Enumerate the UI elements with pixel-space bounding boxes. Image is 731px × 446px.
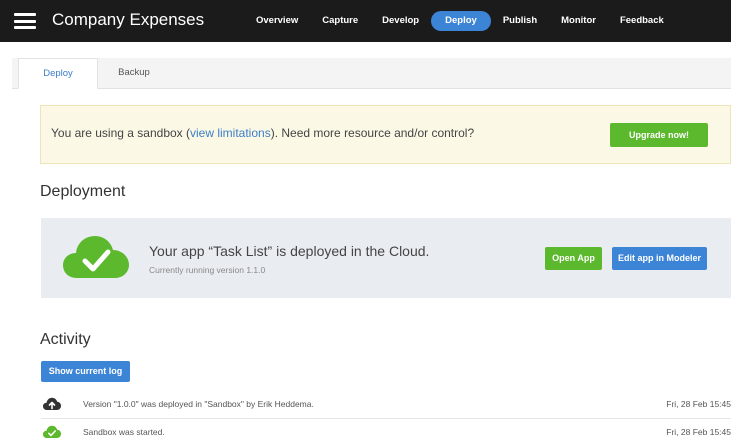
open-app-button[interactable]: Open App bbox=[545, 247, 602, 270]
show-log-button[interactable]: Show current log bbox=[41, 361, 130, 382]
activity-item: Version "1.0.0" was deployed in "Sandbox… bbox=[41, 392, 731, 419]
deploy-status: Your app “Task List” is deployed in the … bbox=[149, 243, 430, 259]
top-nav: Overview Capture Develop Deploy Publish … bbox=[244, 11, 676, 31]
app-title: Company Expenses bbox=[52, 10, 205, 29]
activity-title: Activity bbox=[40, 331, 91, 348]
tab-deploy[interactable]: Deploy bbox=[18, 58, 98, 89]
activity-text: Sandbox was started. bbox=[83, 427, 165, 437]
nav-publish[interactable]: Publish bbox=[491, 11, 549, 31]
sandbox-banner: You are using a sandbox (view limitation… bbox=[40, 105, 731, 164]
banner-message: You are using a sandbox (view limitation… bbox=[51, 126, 474, 140]
menu-icon[interactable] bbox=[14, 13, 36, 29]
activity-text: Version "1.0.0" was deployed in "Sandbox… bbox=[83, 399, 314, 409]
deploy-version: Currently running version 1.1.0 bbox=[149, 265, 266, 275]
cloud-check-icon bbox=[63, 236, 129, 278]
nav-monitor[interactable]: Monitor bbox=[549, 11, 608, 31]
edit-app-button[interactable]: Edit app in Modeler bbox=[612, 247, 707, 270]
tab-strip: Deploy Backup bbox=[12, 58, 731, 89]
nav-overview[interactable]: Overview bbox=[244, 11, 310, 31]
nav-develop[interactable]: Develop bbox=[370, 11, 431, 31]
view-limitations-link[interactable]: view limitations bbox=[190, 126, 271, 140]
deployment-panel: Your app “Task List” is deployed in the … bbox=[41, 218, 731, 298]
cloud-upload-icon bbox=[43, 397, 61, 410]
banner-text-end: ). Need more resource and/or control? bbox=[270, 126, 475, 140]
nav-capture[interactable]: Capture bbox=[310, 11, 370, 31]
activity-item: Sandbox was started. Fri, 28 Feb 15:45 bbox=[41, 420, 731, 446]
nav-feedback[interactable]: Feedback bbox=[608, 11, 676, 31]
activity-time: Fri, 28 Feb 15:45 bbox=[666, 427, 731, 437]
nav-deploy[interactable]: Deploy bbox=[431, 11, 491, 31]
deployment-title: Deployment bbox=[40, 183, 126, 200]
tab-backup[interactable]: Backup bbox=[100, 58, 168, 88]
top-bar: Company Expenses Overview Capture Develo… bbox=[0, 0, 731, 42]
upgrade-button[interactable]: Upgrade now! bbox=[610, 123, 708, 147]
activity-time: Fri, 28 Feb 15:45 bbox=[666, 399, 731, 409]
cloud-check-icon bbox=[43, 425, 61, 438]
banner-text-start: You are using a sandbox ( bbox=[51, 126, 190, 140]
